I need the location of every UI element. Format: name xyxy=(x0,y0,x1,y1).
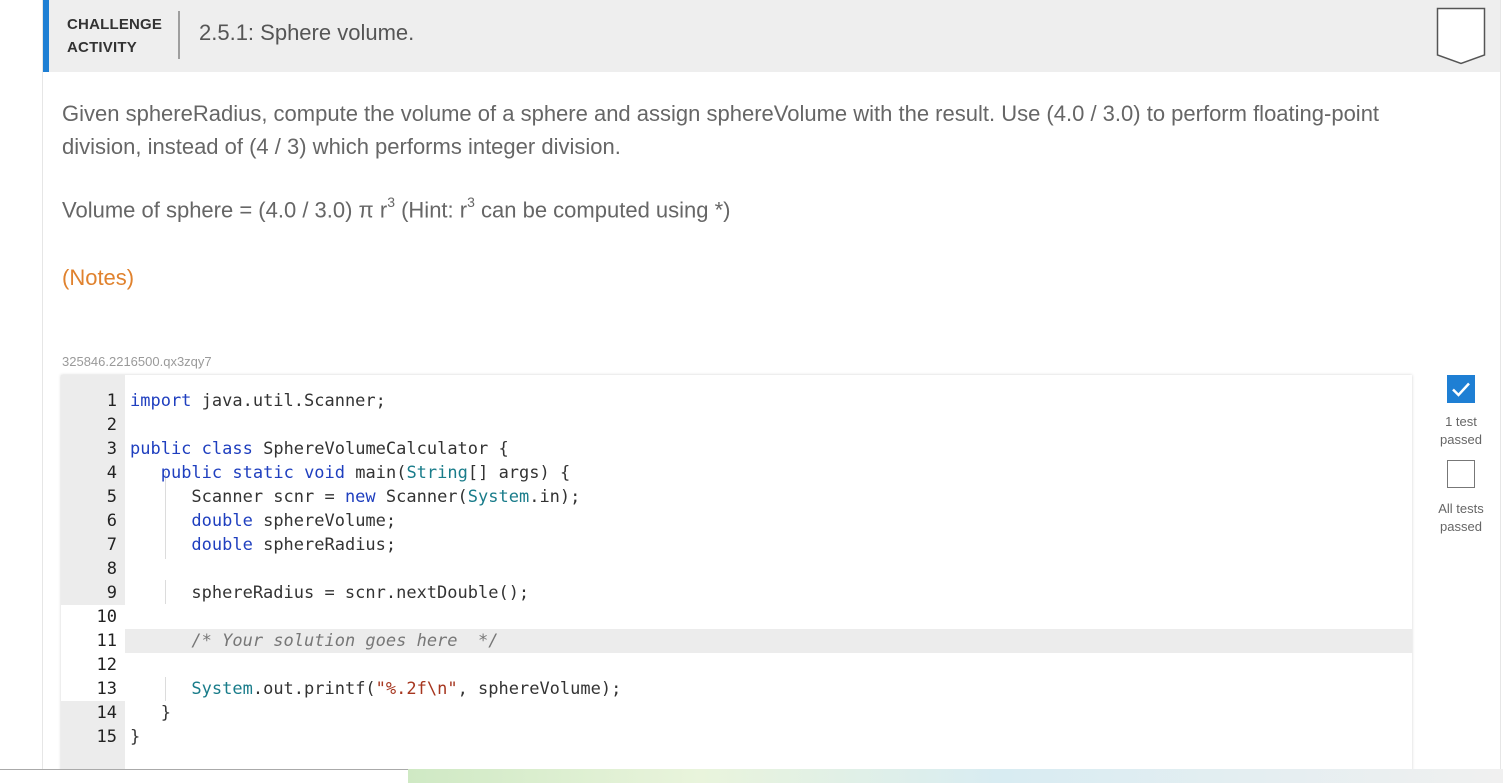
formula-hint-start: (Hint: r xyxy=(394,197,468,223)
code-line: Scanner scnr = new Scanner(System.in); xyxy=(130,487,581,507)
challenge-activity-card: CHALLENGE ACTIVITY 2.5.1: Sphere volume.… xyxy=(42,0,1501,783)
formula-hint-end: can be computed using *) xyxy=(474,197,731,223)
test1-checkbox xyxy=(1447,375,1475,403)
header-divider xyxy=(178,11,180,59)
code-line-solution[interactable]: /* Your solution goes here */ xyxy=(125,629,1412,653)
code-line: import java.util.Scanner; xyxy=(130,391,386,411)
line-number: 6 xyxy=(106,511,117,531)
line-number: 2 xyxy=(106,415,117,435)
line-number: 13 xyxy=(61,677,125,701)
code-area[interactable]: import java.util.Scanner; public class Sp… xyxy=(125,375,1412,783)
activity-id: 325846.2216500.qx3zqy7 xyxy=(62,354,212,369)
line-number: 3 xyxy=(106,439,117,459)
line-number: 15 xyxy=(96,727,117,747)
volume-formula: Volume of sphere = (4.0 / 3.0) π r3 (Hin… xyxy=(62,194,731,223)
test1-label: 1 test passed xyxy=(1440,414,1482,447)
code-line: System.out.printf("%.2f\n", sphereVolume… xyxy=(191,679,622,699)
code-line: public class SphereVolumeCalculator { xyxy=(130,439,509,459)
activity-description: Given sphereRadius, compute the volume o… xyxy=(62,101,1380,159)
line-number: 11 xyxy=(61,629,125,653)
code-line: sphereRadius = scnr.nextDouble(); xyxy=(130,583,530,603)
activity-type-line2: ACTIVITY xyxy=(67,39,137,56)
shield-outline-icon xyxy=(1436,7,1486,65)
code-line[interactable] xyxy=(125,653,1412,677)
test2-checkbox xyxy=(1447,460,1475,488)
line-number: 14 xyxy=(96,703,117,723)
code-line: double sphereVolume; xyxy=(191,511,397,531)
test2-label: All tests passed xyxy=(1438,501,1484,534)
line-number: 5 xyxy=(106,487,117,507)
line-number: 4 xyxy=(106,463,117,483)
formula-text: Volume of sphere = (4.0 / 3.0) π r xyxy=(62,197,388,223)
code-line: double sphereRadius; xyxy=(191,535,397,555)
code-line: } xyxy=(130,727,141,747)
checkmark-icon xyxy=(1452,382,1470,397)
activity-type-line1: CHALLENGE xyxy=(67,16,163,33)
header-accent-bar xyxy=(43,0,49,72)
code-editor[interactable]: 1 2 3 4 5 6 7 8 9 10 11 12 13 14 15 import java.util.S… xyxy=(61,375,1412,783)
code-line: } xyxy=(130,703,171,723)
code-line: public static void main(String[] args) { xyxy=(160,463,571,483)
taskbar-panel xyxy=(0,769,408,783)
code-line[interactable] xyxy=(125,605,1412,629)
line-number: 7 xyxy=(106,535,117,555)
hint-exponent: 3 xyxy=(467,194,475,210)
activity-header: CHALLENGE ACTIVITY 2.5.1: Sphere volume. xyxy=(43,0,1500,72)
line-number: 10 xyxy=(61,605,125,629)
notes-link[interactable]: (Notes) xyxy=(62,265,134,291)
line-number: 8 xyxy=(106,559,117,579)
activity-type-label: CHALLENGE ACTIVITY xyxy=(67,13,177,59)
line-number: 9 xyxy=(106,583,117,603)
activity-title: 2.5.1: Sphere volume. xyxy=(199,20,415,45)
line-number-gutter: 1 2 3 4 5 6 7 8 9 10 11 12 13 14 15 xyxy=(61,375,125,783)
line-number: 12 xyxy=(61,653,125,677)
formula-exponent: 3 xyxy=(387,194,395,210)
line-number: 1 xyxy=(106,391,117,411)
